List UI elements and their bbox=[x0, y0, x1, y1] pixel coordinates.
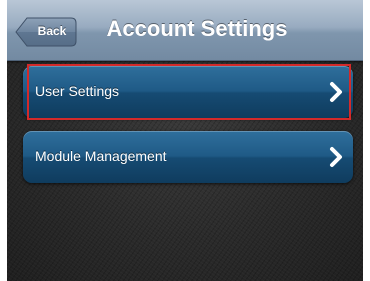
navigation-bar: Back Account Settings bbox=[7, 0, 363, 61]
menu-item-user-settings[interactable]: User Settings bbox=[23, 66, 353, 118]
chevron-right-icon bbox=[330, 147, 342, 167]
menu-item-label: User Settings bbox=[35, 83, 120, 99]
page-title: Account Settings bbox=[106, 16, 288, 41]
chevron-right-icon bbox=[330, 82, 342, 102]
app-screen: Back Account Settings User Settings Modu… bbox=[7, 0, 363, 281]
back-button-label: Back bbox=[37, 24, 67, 38]
menu-item-module-management[interactable]: Module Management bbox=[23, 131, 353, 183]
back-button[interactable]: Back bbox=[15, 17, 77, 47]
menu-item-label: Module Management bbox=[35, 148, 167, 164]
